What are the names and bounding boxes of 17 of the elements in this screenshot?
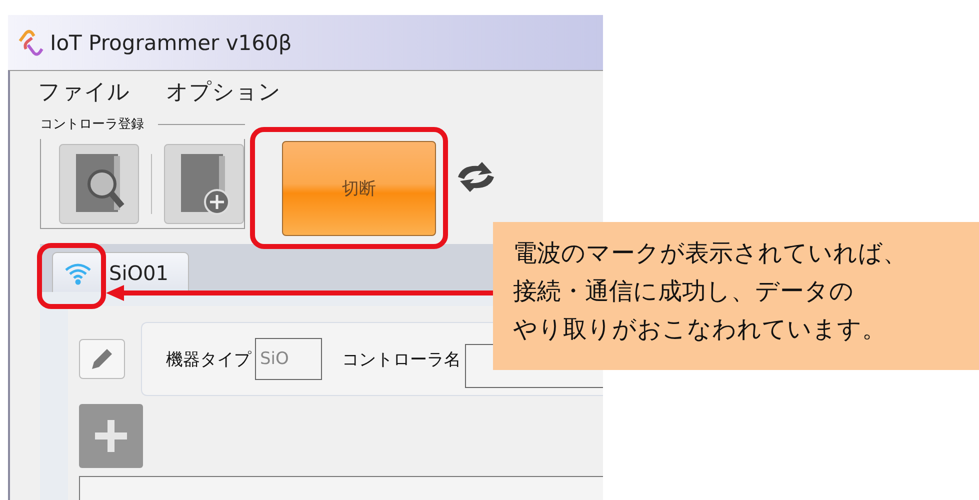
callout-text: 接続・通信に成功し、データの xyxy=(513,276,855,307)
add-controller-button[interactable] xyxy=(164,144,244,224)
callout-text: やり取りがおこなわれています。 xyxy=(513,314,887,345)
chain-link-icon xyxy=(16,28,44,56)
menu-item[interactable]: ファイル xyxy=(38,77,130,107)
edit-button[interactable] xyxy=(79,339,125,379)
disconnect-button[interactable]: 切断 xyxy=(282,141,436,236)
add-button[interactable] xyxy=(79,404,143,468)
search-controller-button[interactable] xyxy=(59,144,139,224)
highlight-frame xyxy=(37,243,106,309)
window-title: IoT Programmer v160β xyxy=(50,30,292,54)
menu-item[interactable]: オプション xyxy=(166,77,281,107)
controller-name-label: コントローラ名 xyxy=(342,348,461,370)
tab[interactable]: SiO01 xyxy=(52,252,189,292)
plus-icon xyxy=(93,418,129,454)
callout-text: 電波のマークが表示されていれば、 xyxy=(513,238,908,269)
device-type-label: 機器タイプ xyxy=(166,348,251,370)
